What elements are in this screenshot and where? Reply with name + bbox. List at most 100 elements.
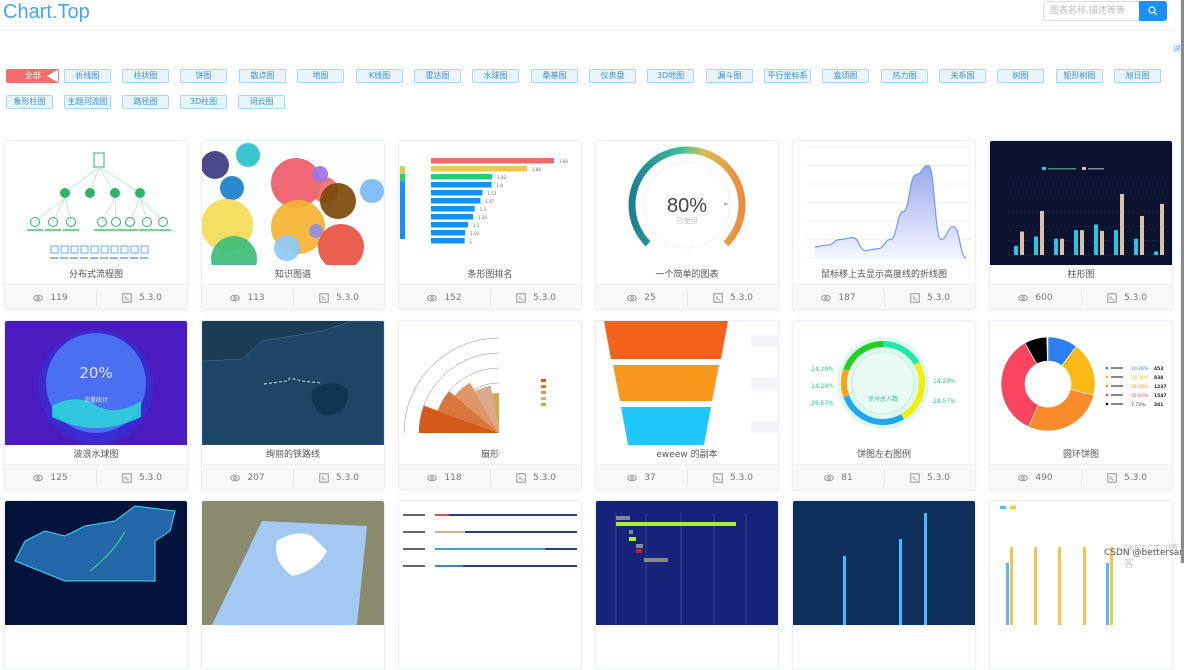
echarts-version: 5.3.0 [1081, 289, 1172, 306]
chart-card[interactable] [201, 500, 385, 670]
card-title[interactable]: 波浪水球图 [5, 447, 187, 463]
chart-card[interactable]: 鼠标移上去显示高度线的折线图 187 5.3.0 [792, 140, 976, 310]
category-tag[interactable]: 折线图 [64, 69, 111, 83]
category-tag[interactable]: 矩形树图 [1056, 69, 1103, 83]
chart-thumbnail[interactable] [596, 321, 778, 445]
category-tag[interactable]: 雷达图 [414, 69, 461, 83]
card-title[interactable]: 柱形图 [990, 267, 1172, 283]
chart-card[interactable]: 评分总人数 14.29% 14.29% 28.57% 14.29% 28.57% 饼图左右图… [792, 320, 976, 490]
chart-thumbnail[interactable]: 10.26% 453 18.56% 838 28.01% 1237 35.03% 1547 7.… [990, 321, 1172, 445]
hbar-bar [431, 158, 554, 164]
chart-card[interactable] [4, 500, 188, 670]
knowledge-bubble [360, 179, 384, 203]
chart-thumbnail[interactable]: 20% 流量统计 [5, 321, 187, 445]
knowledge-bubble [220, 176, 244, 200]
category-tag[interactable]: 柱状图 [122, 69, 169, 83]
chart-thumbnail[interactable] [5, 141, 187, 265]
chart-thumbnail[interactable] [596, 501, 778, 625]
category-tag[interactable]: 水球图 [472, 69, 519, 83]
chart-thumbnail[interactable] [793, 141, 975, 265]
chart-thumbnail[interactable] [202, 141, 384, 265]
category-tag[interactable]: 饼图 [180, 69, 227, 83]
chart-thumbnail[interactable]: 3.66 2.86 1.82 1.8 1.53 1.47 1.3 1.25 1.1 1.02 1 [399, 141, 581, 265]
card-title[interactable]: 圆环饼图 [990, 447, 1172, 463]
category-tag[interactable]: 热力图 [881, 69, 928, 83]
chart-card[interactable]: 柱形图 600 5.3.0 [989, 140, 1173, 310]
sector-legend-swatch [541, 397, 546, 400]
hbar-value: 1.3 [480, 207, 487, 212]
tree-leaf-label [80, 257, 88, 259]
search-button[interactable] [1139, 1, 1167, 21]
card-title[interactable]: 知识图谱 [202, 267, 384, 283]
terminal-icon [713, 292, 723, 303]
category-tag[interactable]: 仪表盘 [589, 69, 636, 83]
category-tag[interactable]: 漏斗图 [706, 69, 753, 83]
category-tag[interactable]: 象形柱图 [6, 95, 53, 109]
card-title[interactable]: 条形图排名 [399, 267, 581, 283]
chart-card[interactable]: 分布式流程图 119 5.3.0 [4, 140, 188, 310]
chart-thumbnail[interactable] [202, 321, 384, 445]
category-tag[interactable]: 平行坐标系 [764, 69, 811, 83]
category-tag[interactable]: K线图 [356, 69, 403, 83]
chart-card[interactable]: 绚丽的铁路线 207 5.3.0 [201, 320, 385, 490]
category-tag[interactable]: 3D地图 [647, 69, 694, 83]
tree-leaf-label [120, 257, 128, 259]
ring-right-label: 14.29% [933, 378, 956, 385]
chart-thumbnail[interactable]: 80% 已使用 [596, 141, 778, 265]
category-tag[interactable]: 盒须图 [822, 69, 869, 83]
category-tag[interactable]: 3D柱图 [180, 95, 227, 109]
chart-thumbnail[interactable] [5, 501, 187, 625]
eye-icon [230, 474, 241, 481]
chart-card[interactable]: 80% 已使用 一个简单的图表 25 5.3.0 [595, 140, 779, 310]
eye-icon [33, 474, 44, 481]
category-tag[interactable]: 主题河流图 [64, 95, 111, 109]
ring-center-label: 评分总人数 [868, 395, 898, 403]
card-title[interactable]: 一个简单的图表 [596, 267, 778, 283]
chart-card[interactable]: eweew 的副本 37 5.3.0 [595, 320, 779, 490]
category-tag[interactable]: 树图 [997, 69, 1044, 83]
chart-card[interactable]: 3.66 2.86 1.82 1.8 1.53 1.47 1.3 1.25 1.1 1.02 1 条形… [398, 140, 582, 310]
chart-card[interactable] [792, 500, 976, 670]
chart-thumbnail[interactable]: 评分总人数 14.29% 14.29% 28.57% 14.29% 28.57% [793, 321, 975, 445]
card-title[interactable]: eweew 的副本 [596, 447, 778, 463]
donut-legend-name [1111, 394, 1123, 396]
version-value: 5.3.0 [336, 472, 359, 483]
chart-card[interactable]: 20% 流量统计 波浪水球图 125 5.3.0 [4, 320, 188, 490]
chart-card[interactable]: 10.26% 453 18.56% 838 28.01% 1237 35.03% 1547 7.… [989, 320, 1173, 490]
eye-icon [230, 294, 241, 301]
card-title[interactable]: 绚丽的铁路线 [202, 447, 384, 463]
chart-thumbnail[interactable] [399, 501, 581, 625]
category-tag[interactable]: 散点图 [239, 69, 286, 83]
donut-legend-pct: 10.26% [1131, 366, 1149, 372]
view-count-value: 119 [50, 292, 68, 303]
chart-thumbnail[interactable] [202, 501, 384, 625]
card-title[interactable]: 饼图左右图例 [793, 447, 975, 463]
category-tag[interactable]: 路径图 [122, 95, 169, 109]
progress-label [403, 548, 425, 550]
category-tag[interactable]: 桑基图 [531, 69, 578, 83]
chart-card[interactable] [595, 500, 779, 670]
category-tag[interactable]: 旭日图 [1114, 69, 1161, 83]
search-input[interactable] [1043, 1, 1139, 21]
terminal-icon [516, 292, 526, 303]
card-title[interactable]: 分布式流程图 [5, 267, 187, 283]
chart-thumbnail[interactable] [990, 141, 1172, 265]
chart-thumbnail[interactable] [793, 501, 975, 625]
category-tag[interactable]: 关系图 [939, 69, 986, 83]
category-tag[interactable]: 地图 [297, 69, 344, 83]
site-logo[interactable]: Chart.Top [3, 1, 90, 24]
chart-card[interactable] [398, 500, 582, 670]
category-tag[interactable]: 全部 [6, 69, 59, 83]
category-tag[interactable]: 词云图 [238, 95, 285, 109]
darkbar-bar-a [1114, 230, 1118, 255]
gantt-bar [644, 558, 668, 562]
echarts-version: 5.3.0 [884, 469, 975, 486]
chart-card[interactable] [989, 500, 1173, 670]
chart-card[interactable]: 扇形 118 5.3.0 [398, 320, 582, 490]
chart-thumbnail[interactable] [399, 321, 581, 445]
thumbnail-funnel [596, 321, 778, 445]
card-title[interactable]: 扇形 [399, 447, 581, 463]
card-title[interactable]: 鼠标移上去显示高度线的折线图 [793, 267, 975, 283]
echarts-version: 5.3.0 [96, 289, 187, 306]
chart-card[interactable]: 知识图谱 113 5.3.0 [201, 140, 385, 310]
